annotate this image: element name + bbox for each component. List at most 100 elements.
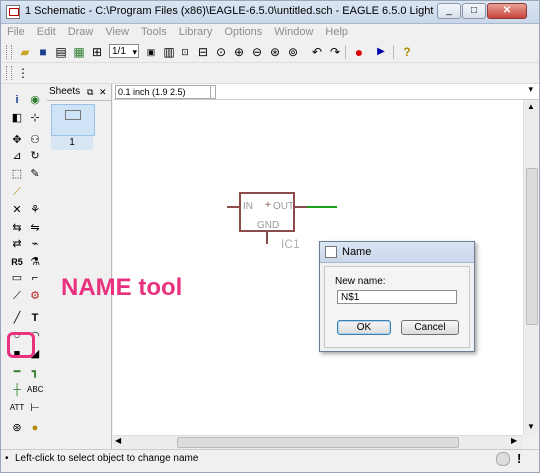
value-icon[interactable]: ⚗	[27, 254, 43, 270]
zoom-select-icon[interactable]: ⊚	[285, 44, 301, 60]
info-icon[interactable]: i	[9, 92, 25, 108]
invoke-icon[interactable]: ⌁	[27, 236, 43, 252]
grid-icon[interactable]: ⋮	[15, 65, 31, 81]
net-icon[interactable]: ┓	[27, 364, 43, 380]
vertical-scrollbar[interactable]: ▲ ▼	[523, 100, 539, 435]
errors-icon[interactable]: ●	[27, 420, 43, 436]
mark-icon[interactable]: ⊹	[27, 110, 43, 126]
vertical-scroll-thumb[interactable]	[526, 168, 538, 325]
scroll-left-icon[interactable]: ◀	[115, 436, 121, 445]
sheets-title: Sheets	[49, 86, 81, 97]
delete-icon[interactable]: ✕	[9, 202, 25, 218]
menu-tools[interactable]: Tools	[135, 24, 173, 40]
save-icon[interactable]: ■	[35, 44, 51, 60]
go-icon[interactable]: ▶	[373, 44, 389, 60]
menu-edit[interactable]: Edit	[31, 24, 62, 40]
erc-icon[interactable]: ⊛	[9, 420, 25, 436]
wire-icon[interactable]: ╱	[9, 310, 25, 326]
net-wire[interactable]	[307, 206, 337, 208]
horizontal-scrollbar[interactable]: ◀ ▶	[113, 435, 523, 449]
copy-icon[interactable]: ⚇	[27, 132, 43, 148]
horizontal-scroll-thumb[interactable]	[177, 437, 459, 448]
text-icon[interactable]: T	[27, 310, 43, 326]
show-icon[interactable]: ◉	[27, 92, 43, 108]
print-icon[interactable]: ▤	[53, 44, 69, 60]
open-icon[interactable]: ▰	[17, 44, 33, 60]
label-icon[interactable]: ABC	[27, 382, 43, 398]
ok-button[interactable]: OK	[337, 320, 391, 335]
run-ulp-icon[interactable]: ▥	[161, 44, 177, 60]
dialog-title-bar: Name	[320, 242, 474, 263]
pin-out-line	[295, 206, 307, 208]
script-icon[interactable]: ▣	[143, 44, 159, 60]
command-line[interactable]	[209, 85, 216, 99]
add-icon[interactable]: ⚘	[27, 202, 43, 218]
bus-icon[interactable]: ━	[9, 364, 25, 380]
toolbar-separator	[345, 45, 346, 59]
menu-draw[interactable]: Draw	[62, 24, 100, 40]
zoom-in-icon[interactable]: ⊕	[231, 44, 247, 60]
sheet-thumbnail[interactable]	[51, 104, 95, 136]
float-icon[interactable]: ⧉	[87, 84, 93, 100]
mirror-icon[interactable]: ⊿	[9, 148, 25, 164]
name-tool-icon[interactable]: R5	[9, 254, 25, 270]
parameter-toolbar: ⋮	[1, 63, 539, 84]
ic-symbol[interactable]: IN + OUT GND	[239, 192, 295, 232]
group-icon[interactable]: ⬚	[9, 166, 25, 182]
sheets-header: Sheets ⧉ ✕	[47, 84, 111, 101]
errc-icon[interactable]: ⚙	[27, 288, 43, 304]
zoom-out-icon[interactable]: ⊖	[249, 44, 265, 60]
status-alert-icon[interactable]: !	[517, 451, 521, 466]
cancel-button[interactable]: Cancel	[401, 320, 459, 335]
dimension-icon[interactable]: ⊢	[27, 400, 43, 416]
command-dropdown-icon[interactable]: ▾	[528, 84, 533, 95]
sheet-number[interactable]: 1	[51, 136, 93, 150]
window-title: 1 Schematic - C:\Program Files (x86)\EAG…	[25, 5, 434, 17]
move-icon[interactable]: ✥	[9, 132, 25, 148]
change-icon[interactable]: ✎	[27, 166, 43, 182]
ulp-icon[interactable]: ⊟	[195, 44, 211, 60]
stop-icon[interactable]: ●	[351, 44, 367, 60]
toolbar-grip[interactable]	[6, 66, 12, 80]
new-name-input[interactable]: N$1	[337, 290, 457, 304]
close-icon[interactable]: ✕	[99, 84, 107, 100]
pin-gnd-line	[266, 232, 268, 244]
menu-help[interactable]: Help	[319, 24, 354, 40]
redo-icon[interactable]: ↷	[327, 44, 343, 60]
pinswap-icon[interactable]: ⇆	[9, 220, 25, 236]
menu-file[interactable]: File	[1, 24, 31, 40]
menu-window[interactable]: Window	[268, 24, 319, 40]
menu-library[interactable]: Library	[173, 24, 219, 40]
rotate-icon[interactable]: ↻	[27, 148, 43, 164]
zoom-fit-icon[interactable]: ⊙	[213, 44, 229, 60]
name-tool-highlight	[7, 332, 35, 358]
junction-icon[interactable]: ┼	[9, 382, 25, 398]
coordinate-display: 0.1 inch (1.9 2.5)	[115, 85, 211, 99]
undo-icon[interactable]: ↶	[309, 44, 325, 60]
menu-view[interactable]: View	[99, 24, 135, 40]
scroll-right-icon[interactable]: ▶	[511, 436, 517, 445]
maximize-button[interactable]: □	[462, 3, 486, 19]
toolbar-grip[interactable]	[6, 45, 12, 59]
cam-processor-icon[interactable]: ▦	[71, 44, 87, 60]
replace-icon[interactable]: ⇄	[9, 236, 25, 252]
help-icon[interactable]: ?	[399, 44, 415, 60]
minimize-button[interactable]: _	[437, 3, 461, 19]
display-icon[interactable]: ◧	[9, 110, 25, 126]
scroll-up-icon[interactable]: ▲	[527, 102, 535, 111]
paste-icon[interactable]: ⟋	[9, 184, 25, 200]
split-icon[interactable]: ⟋	[9, 288, 25, 304]
script-icon[interactable]: ⊡	[177, 44, 193, 60]
close-button[interactable]: ✕	[487, 3, 527, 19]
gateswap-icon[interactable]: ⇋	[27, 220, 43, 236]
menu-options[interactable]: Options	[218, 24, 268, 40]
sheet-select[interactable]: 1/1	[109, 44, 139, 59]
miter-icon[interactable]: ⌐	[27, 270, 43, 286]
redraw-icon[interactable]: ⊛	[267, 44, 283, 60]
board-icon[interactable]: ⊞	[89, 44, 105, 60]
status-stop-icon[interactable]	[496, 452, 510, 466]
attribute-icon[interactable]: ATT	[9, 400, 25, 416]
smash-icon[interactable]: ▭	[9, 270, 25, 286]
scroll-down-icon[interactable]: ▼	[527, 422, 535, 431]
coordinate-bar: 0.1 inch (1.9 2.5) ▾	[113, 84, 539, 100]
